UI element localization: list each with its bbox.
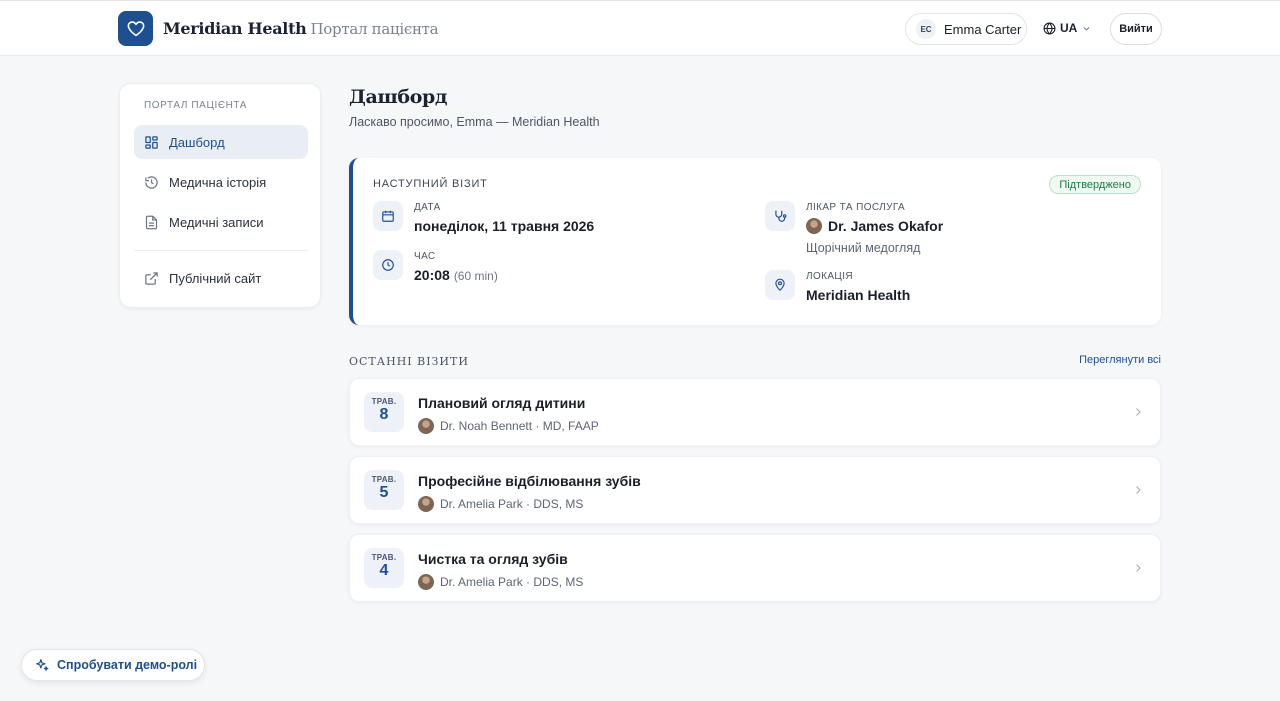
heart-logo-icon bbox=[118, 11, 153, 46]
user-name: Emma Carter bbox=[944, 21, 1022, 37]
sidebar-item-dashboard[interactable]: Дашборд bbox=[134, 125, 308, 159]
visit-doctor-row: Dr. Noah Bennett · MD, FAAP bbox=[418, 418, 599, 434]
top-bar: Meridian Health Портал пацієнта EC Emma … bbox=[0, 0, 1280, 56]
clock-icon bbox=[373, 250, 403, 280]
sidebar-item-label: Медична історія bbox=[169, 174, 267, 190]
date-label: ДАТА bbox=[414, 202, 441, 213]
brand-subtitle: Портал пацієнта bbox=[310, 19, 439, 38]
visit-doctor: Dr. Amelia Park · DDS, MS bbox=[440, 497, 584, 511]
location-label: ЛОКАЦІЯ bbox=[806, 271, 854, 282]
next-visit-card: НАСТУПНИЙ ВІЗИТ Підтверджено ДАТА понеді… bbox=[349, 158, 1161, 325]
doctor-name: Dr. James Okafor bbox=[828, 218, 944, 234]
dashboard-grid-icon bbox=[145, 135, 158, 149]
language-label: UA bbox=[1060, 21, 1078, 35]
visit-card[interactable]: ТРАВ. 5 Професійне відбілювання зубів Dr… bbox=[349, 456, 1161, 524]
sidebar-item-label: Дашборд bbox=[169, 134, 225, 150]
page-subtitle: Ласкаво просимо, Emma — Meridian Health bbox=[349, 115, 600, 129]
chevron-right-icon bbox=[1136, 486, 1141, 494]
sidebar-item-label: Медичні записи bbox=[169, 214, 264, 230]
sidebar-divider bbox=[134, 250, 308, 251]
visit-doctor-row: Dr. Amelia Park · DDS, MS bbox=[418, 574, 583, 590]
service-name: Щорічний медогляд bbox=[806, 241, 921, 255]
chevron-right-icon bbox=[1136, 408, 1141, 416]
brand[interactable]: Meridian Health Портал пацієнта bbox=[118, 11, 439, 46]
demo-roles-label: Спробувати демо-ролі bbox=[57, 658, 198, 672]
globe-icon bbox=[1043, 21, 1056, 35]
recent-visits-title: ОСТАННІ ВІЗИТИ bbox=[349, 355, 469, 368]
location-pin-icon bbox=[765, 270, 795, 300]
visit-title: Професійне відбілювання зубів bbox=[418, 473, 641, 489]
user-menu-button[interactable]: EC Emma Carter bbox=[905, 13, 1027, 45]
visit-doctor-row: Dr. Amelia Park · DDS, MS bbox=[418, 496, 583, 512]
view-all-link[interactable]: Переглянути всі bbox=[1079, 354, 1161, 366]
doctor-avatar bbox=[806, 218, 822, 234]
sidebar-item-public-site[interactable]: Публічний сайт bbox=[134, 261, 308, 295]
sidebar-item-label: Публічний сайт bbox=[169, 270, 262, 286]
stethoscope-icon bbox=[765, 201, 795, 231]
sidebar-item-history[interactable]: Медична історія bbox=[134, 165, 308, 199]
visit-doctor: Dr. Noah Bennett · MD, FAAP bbox=[440, 419, 599, 433]
time-value: 20:08 bbox=[414, 267, 450, 283]
doctor-avatar bbox=[418, 574, 434, 590]
logout-button[interactable]: Вийти bbox=[1110, 13, 1162, 45]
brand-name: Meridian Health bbox=[163, 19, 307, 38]
doctor-avatar bbox=[418, 418, 434, 434]
chevron-right-icon bbox=[1136, 564, 1141, 572]
date-value: понеділок, 11 травня 2026 bbox=[414, 218, 595, 234]
history-icon bbox=[145, 175, 158, 189]
demo-roles-button[interactable]: Спробувати демо-ролі bbox=[21, 649, 205, 681]
doctor-avatar bbox=[418, 496, 434, 512]
visit-month: ТРАВ. bbox=[371, 397, 397, 406]
visit-day: 8 bbox=[379, 406, 389, 423]
page-title: Дашборд bbox=[349, 86, 448, 108]
chevron-down-icon bbox=[1083, 26, 1090, 31]
visit-date: ТРАВ. 4 bbox=[364, 548, 404, 588]
time-row: 20:08 (60 min) bbox=[414, 267, 498, 283]
status-badge: Підтверджено bbox=[1049, 175, 1141, 194]
time-label: ЧАС bbox=[414, 251, 436, 262]
duration: (60 min) bbox=[453, 269, 498, 283]
location-value: Meridian Health bbox=[806, 287, 911, 303]
external-link-icon bbox=[145, 271, 158, 285]
visit-title: Чистка та огляд зубів bbox=[418, 551, 568, 567]
visit-doctor: Dr. Amelia Park · DDS, MS bbox=[440, 575, 584, 589]
sidebar: ПОРТАЛ ПАЦІЄНТА Дашборд Медична історія … bbox=[119, 83, 321, 308]
sidebar-item-records[interactable]: Медичні записи bbox=[134, 205, 308, 239]
sidebar-section-title: ПОРТАЛ ПАЦІЄНТА bbox=[144, 100, 248, 111]
calendar-icon bbox=[373, 201, 403, 231]
document-icon bbox=[145, 215, 158, 229]
doctor-label: ЛІКАР ТА ПОСЛУГА bbox=[806, 202, 906, 213]
visit-card[interactable]: ТРАВ. 4 Чистка та огляд зубів Dr. Amelia… bbox=[349, 534, 1161, 602]
sparkle-icon bbox=[36, 659, 49, 671]
visit-date: ТРАВ. 8 bbox=[364, 392, 404, 432]
visit-date: ТРАВ. 5 bbox=[364, 470, 404, 510]
visit-month: ТРАВ. bbox=[371, 553, 397, 562]
visit-day: 4 bbox=[379, 562, 389, 579]
visit-month: ТРАВ. bbox=[371, 475, 397, 484]
visit-title: Плановий огляд дитини bbox=[418, 395, 586, 411]
next-visit-label: НАСТУПНИЙ ВІЗИТ bbox=[373, 178, 488, 190]
language-selector[interactable]: UA bbox=[1043, 21, 1095, 35]
doctor-row: Dr. James Okafor bbox=[806, 218, 943, 234]
avatar: EC bbox=[916, 19, 936, 39]
visit-card[interactable]: ТРАВ. 8 Плановий огляд дитини Dr. Noah B… bbox=[349, 378, 1161, 446]
visit-day: 5 bbox=[379, 484, 389, 501]
